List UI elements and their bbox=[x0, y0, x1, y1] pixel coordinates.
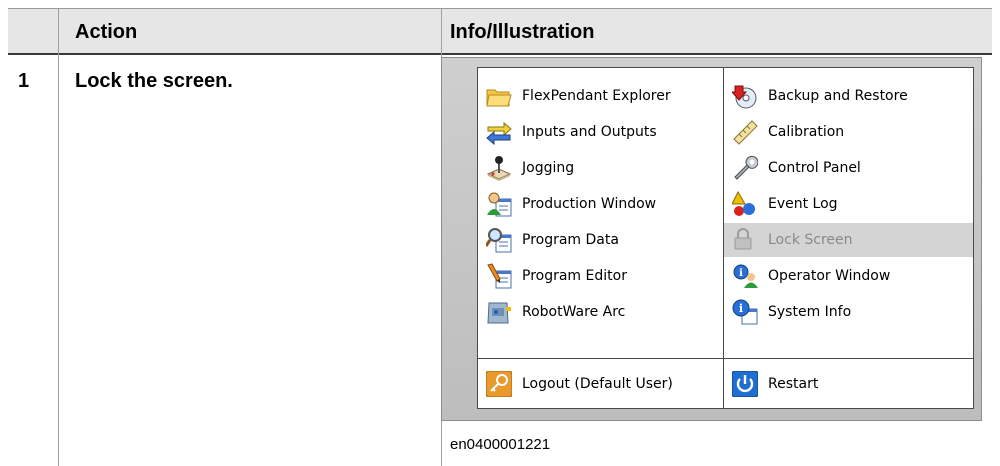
header-info-illustration: Info/Illustration bbox=[450, 21, 595, 43]
backup-icon bbox=[730, 83, 758, 109]
menu-item-label: Calibration bbox=[768, 124, 845, 140]
menu-item-label: Operator Window bbox=[768, 268, 891, 284]
menu-item-label: Program Data bbox=[522, 232, 619, 248]
menu-item-lock-screen[interactable]: Lock Screen bbox=[724, 223, 973, 257]
menu-item-label: Inputs and Outputs bbox=[522, 124, 657, 140]
table-header: Action Info/Illustration bbox=[8, 8, 992, 55]
robotware-arc-icon bbox=[486, 299, 512, 325]
menu-item-label: Control Panel bbox=[768, 160, 861, 176]
menu-item-flexpendant-explorer[interactable]: FlexPendant Explorer bbox=[486, 79, 722, 113]
menu-item-operator-window[interactable]: i Operator Window bbox=[732, 259, 970, 293]
program-data-icon bbox=[484, 227, 512, 253]
folder-icon bbox=[486, 83, 512, 109]
info-icon: i bbox=[732, 299, 758, 325]
io-arrows-icon bbox=[486, 119, 512, 146]
event-log-icon bbox=[731, 190, 758, 217]
menu-item-label: Program Editor bbox=[522, 268, 627, 284]
logout-button[interactable]: Logout (Default User) bbox=[485, 359, 673, 408]
wrench-icon bbox=[732, 155, 759, 181]
menu-item-label: FlexPendant Explorer bbox=[522, 88, 671, 104]
menu-item-program-data[interactable]: Program Data bbox=[484, 223, 722, 257]
menu-item-label: Jogging bbox=[522, 160, 575, 176]
svg-text:i: i bbox=[739, 302, 743, 315]
production-icon bbox=[486, 191, 512, 217]
menu-item-program-editor[interactable]: Program Editor bbox=[486, 259, 722, 293]
header-action: Action bbox=[75, 21, 138, 43]
menu-item-backup-and-restore[interactable]: Backup and Restore bbox=[730, 79, 970, 113]
menu-item-inputs-and-outputs[interactable]: Inputs and Outputs bbox=[486, 115, 722, 149]
menu-item-label: RobotWare Arc bbox=[522, 304, 626, 320]
menu-item-label: System Info bbox=[768, 304, 852, 320]
figure-caption: en0400001221 bbox=[450, 436, 551, 453]
restart-label: Restart bbox=[768, 375, 819, 392]
step-number: 1 bbox=[18, 70, 30, 92]
menu-item-label: Production Window bbox=[522, 196, 657, 212]
program-editor-icon bbox=[486, 263, 512, 289]
flexpendant-menu: FlexPendant Explorer Inputs and Outputs … bbox=[477, 67, 974, 409]
menu-item-system-info[interactable]: i System Info bbox=[732, 295, 970, 329]
menu-item-control-panel[interactable]: Control Panel bbox=[732, 151, 970, 185]
logout-label: Logout (Default User) bbox=[522, 375, 673, 392]
menu-item-robotware-arc[interactable]: RobotWare Arc bbox=[486, 295, 722, 329]
menu-item-label: Backup and Restore bbox=[768, 88, 908, 104]
menu-item-event-log[interactable]: Event Log bbox=[731, 187, 970, 221]
restart-button[interactable]: Restart bbox=[731, 359, 819, 408]
menu-item-label: Event Log bbox=[768, 196, 838, 212]
ruler-icon bbox=[732, 119, 758, 145]
operator-icon: i bbox=[732, 263, 758, 289]
step-action: Lock the screen. bbox=[75, 70, 233, 92]
svg-text:i: i bbox=[739, 268, 743, 279]
key-icon bbox=[485, 370, 513, 397]
menu-item-calibration[interactable]: Calibration bbox=[732, 115, 970, 149]
joystick-icon bbox=[486, 155, 512, 181]
menu-item-label: Lock Screen bbox=[768, 232, 853, 248]
lock-icon bbox=[732, 227, 758, 253]
menu-item-jogging[interactable]: Jogging bbox=[486, 151, 722, 185]
menu-item-production-window[interactable]: Production Window bbox=[486, 187, 722, 221]
column-divider bbox=[58, 8, 59, 466]
power-icon bbox=[731, 370, 759, 397]
